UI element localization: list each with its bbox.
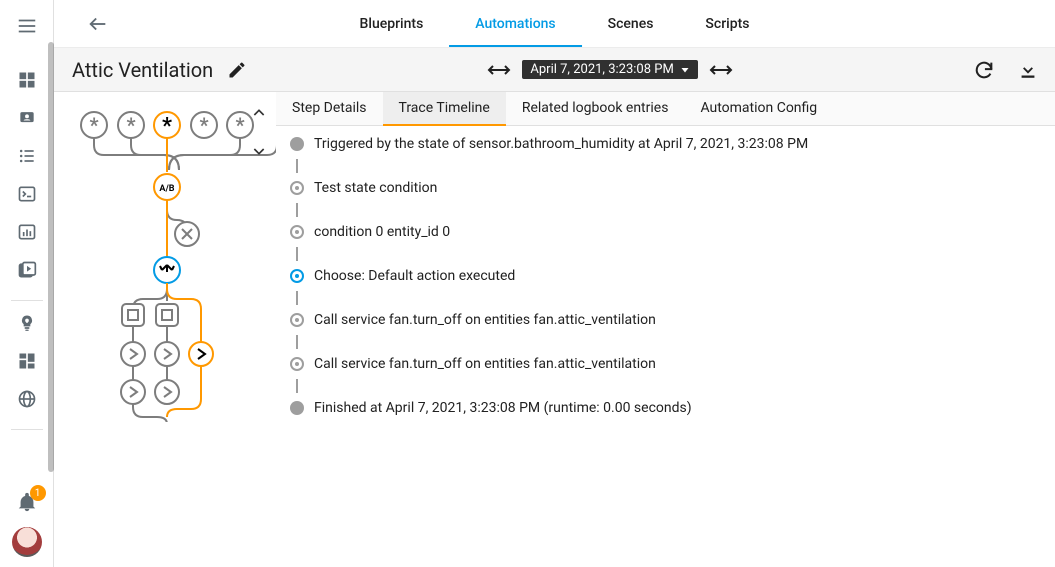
step-text: Call service fan.turn_off on entities fa… (314, 356, 656, 372)
app-sidebar: 1 (0, 0, 54, 567)
notifications-icon[interactable]: 1 (16, 491, 38, 517)
dashboard2-icon[interactable] (15, 349, 39, 373)
node-action (290, 357, 304, 371)
trace-picker[interactable]: April 7, 2021, 3:23:08 PM (522, 60, 697, 79)
node-start (290, 137, 304, 151)
step-text: Triggered by the state of sensor.bathroo… (314, 136, 808, 152)
tab-automation-config[interactable]: Automation Config (684, 92, 833, 125)
notification-badge: 1 (30, 485, 46, 501)
detail-tabs: Step Details Trace Timeline Related logb… (276, 92, 1055, 126)
tab-scripts[interactable]: Scripts (679, 0, 775, 47)
tab-scenes[interactable]: Scenes (582, 0, 680, 47)
step-text: condition 0 entity_id 0 (314, 224, 450, 240)
sidebar-divider-2 (11, 429, 43, 430)
edit-icon[interactable] (227, 60, 247, 80)
step-text: Choose: Default action executed (314, 268, 515, 284)
globe-icon[interactable] (15, 387, 39, 411)
main-content: Blueprints Automations Scenes Scripts At… (54, 0, 1055, 567)
terminal-icon[interactable] (15, 182, 39, 206)
node-condition (290, 181, 304, 195)
tab-logbook[interactable]: Related logbook entries (506, 92, 685, 125)
back-button[interactable] (78, 4, 118, 44)
svg-text:*: * (126, 113, 135, 137)
graph-down-icon[interactable] (248, 140, 270, 162)
tab-trace-timeline[interactable]: Trace Timeline (383, 92, 506, 126)
svg-text:A/B: A/B (159, 184, 174, 194)
step-text: Test state condition (314, 180, 437, 196)
svg-text:*: * (89, 113, 98, 137)
step-text: Finished at April 7, 2021, 3:23:08 PM (r… (314, 400, 692, 416)
top-tabs: Blueprints Automations Scenes Scripts (334, 0, 776, 47)
trace-time: April 7, 2021, 3:23:08 PM (530, 62, 673, 77)
node-choose (290, 269, 304, 283)
lightbulb-icon[interactable] (15, 311, 39, 335)
download-icon[interactable] (1017, 59, 1039, 81)
page-title: Attic Ventilation (72, 58, 213, 82)
sidebar-divider (11, 300, 43, 301)
trace-graph-svg: * * * * * A/B (54, 92, 276, 422)
node-condition (290, 225, 304, 239)
node-end (290, 401, 304, 415)
tab-step-details[interactable]: Step Details (276, 92, 383, 125)
node-action (290, 313, 304, 327)
media-icon[interactable] (15, 258, 39, 282)
svg-text:*: * (199, 113, 208, 137)
trace-header: Attic Ventilation April 7, 2021, 3:23:08… (54, 48, 1055, 92)
refresh-icon[interactable] (973, 59, 995, 81)
graph-up-icon[interactable] (248, 102, 270, 124)
prev-trace-button[interactable] (486, 63, 512, 77)
step-text: Call service fan.turn_off on entities fa… (314, 312, 656, 328)
details-pane: Step Details Trace Timeline Related logb… (276, 92, 1055, 567)
svg-text:*: * (162, 114, 172, 139)
tab-blueprints[interactable]: Blueprints (334, 0, 450, 47)
tab-automations[interactable]: Automations (449, 0, 581, 47)
top-bar: Blueprints Automations Scenes Scripts (54, 0, 1055, 48)
next-trace-button[interactable] (708, 63, 734, 77)
chart-icon[interactable] (15, 220, 39, 244)
svg-text:*: * (235, 113, 244, 137)
trace-timeline: Triggered by the state of sensor.bathroo… (276, 126, 1055, 420)
user-avatar[interactable] (12, 527, 42, 557)
list-icon[interactable] (15, 144, 39, 168)
user-icon[interactable] (15, 106, 39, 130)
dashboard-icon[interactable] (15, 68, 39, 92)
hamburger-menu-icon[interactable] (15, 14, 39, 38)
trace-graph[interactable]: * * * * * A/B (54, 92, 276, 567)
